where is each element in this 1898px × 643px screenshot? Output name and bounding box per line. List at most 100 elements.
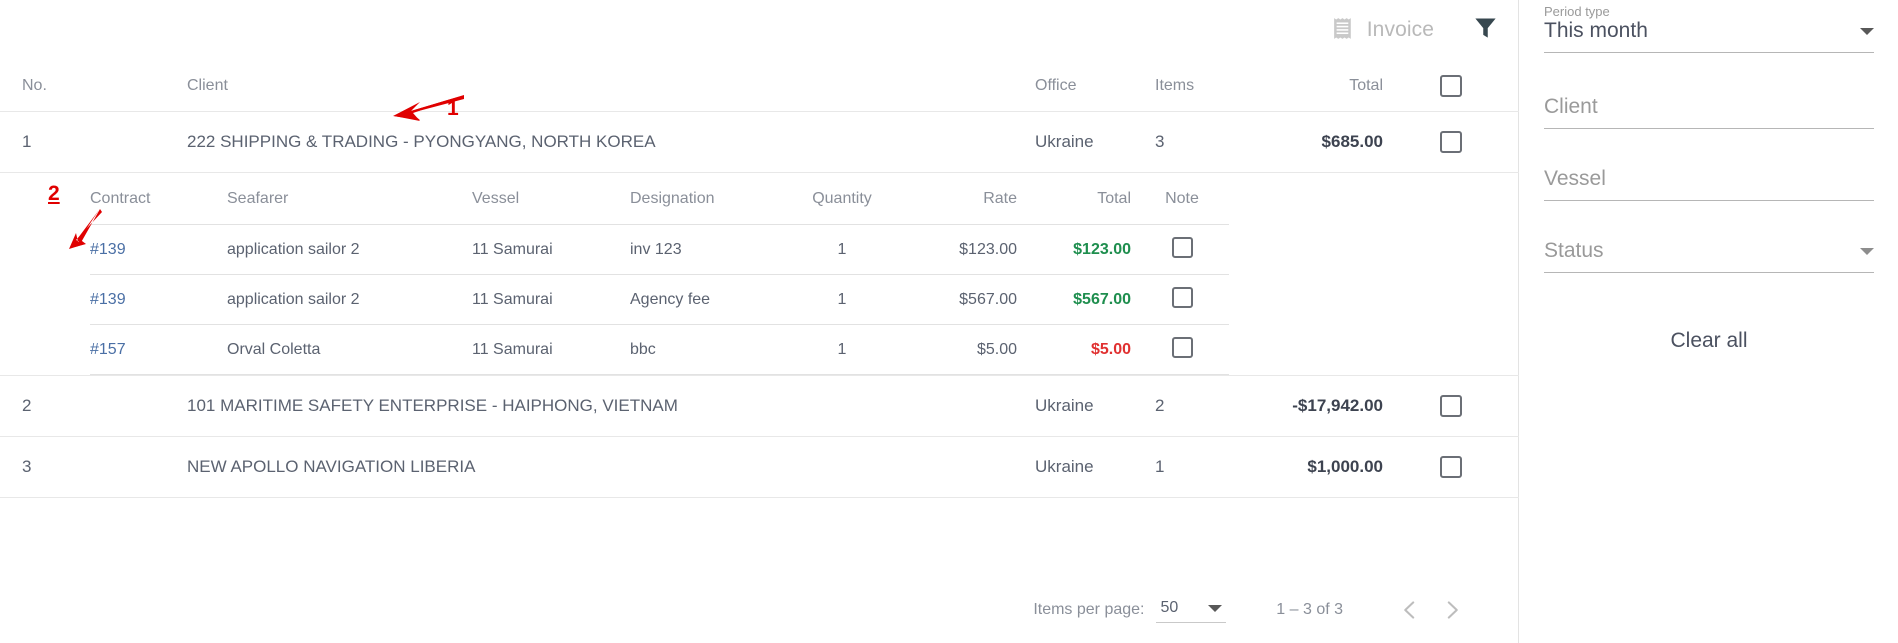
toolbar: Invoice (0, 0, 1519, 60)
table-row[interactable]: 1 222 SHIPPING & TRADING - PYONGYANG, NO… (0, 112, 1519, 173)
period-type-value: This month (1544, 19, 1648, 42)
vessel-placeholder: Vessel (1544, 167, 1606, 190)
invoice-table: No. Client Office Items Total 1 222 SHIP… (0, 60, 1519, 498)
subrow-note-cell (1135, 336, 1229, 363)
subheader-contract: Contract (90, 189, 151, 207)
subrow-quantity: 1 (837, 240, 847, 258)
annotation-label-2: 2 (48, 182, 60, 205)
chevron-right-icon (1447, 601, 1458, 619)
subtable-row[interactable]: #157 Orval Coletta 11 Samurai bbc 1 $5.0… (90, 325, 1229, 375)
subheader-vessel: Vessel (472, 189, 520, 207)
items-per-page-select[interactable]: 50 (1156, 597, 1227, 623)
annotation-label-1: 1 (447, 97, 459, 120)
subrow-contract-cell: #157 (90, 341, 227, 359)
chevron-down-icon (1208, 604, 1223, 612)
items-per-page-value: 50 (1160, 599, 1179, 616)
client-field[interactable]: Client (1544, 95, 1874, 129)
subrow-quantity: 1 (837, 290, 847, 308)
invoice-button-label: Invoice (1366, 18, 1434, 41)
subrow-rate: $5.00 (976, 340, 1017, 358)
next-page-button[interactable] (1431, 589, 1473, 631)
header-items: Items (1155, 76, 1195, 94)
subrow-contract-cell: #139 (90, 241, 227, 259)
chevron-down-icon (1860, 247, 1874, 255)
subheader-seafarer: Seafarer (227, 189, 289, 207)
previous-page-button[interactable] (1389, 589, 1431, 631)
row-no: 1 (22, 132, 32, 151)
row-total: $1,000.00 (1307, 457, 1383, 476)
subrow-checkbox[interactable] (1171, 336, 1193, 358)
subrow-total: $5.00 (1090, 340, 1131, 358)
contract-link[interactable]: #139 (90, 291, 126, 308)
chevron-down-icon (1860, 27, 1874, 35)
subheader-designation: Designation (630, 189, 715, 207)
status-field[interactable]: Status (1544, 239, 1874, 273)
vessel-field[interactable]: Vessel (1544, 167, 1874, 201)
subheader-note: Note (1165, 189, 1199, 207)
row-client: 101 MARITIME SAFETY ENTERPRISE - HAIPHON… (187, 396, 678, 415)
row-items: 1 (1155, 457, 1165, 476)
expanded-detail-panel: Contract Seafarer Vessel Designation Qua… (0, 173, 1519, 376)
subrow-checkbox[interactable] (1171, 286, 1193, 308)
subheader-total: Total (1097, 189, 1131, 207)
row-client: NEW APOLLO NAVIGATION LIBERIA (187, 457, 476, 476)
client-input[interactable]: Client (1544, 95, 1874, 129)
subrow-vessel: 11 Samurai (472, 240, 553, 258)
subrow-designation: inv 123 (630, 240, 682, 258)
row-select-cell (1383, 395, 1519, 417)
header-client: Client (187, 76, 228, 94)
subheader-rate: Rate (983, 189, 1017, 207)
subheader-quantity: Quantity (812, 189, 872, 207)
select-all-checkbox[interactable] (1440, 74, 1462, 97)
row-checkbox[interactable] (1440, 131, 1462, 153)
header-select-all-cell (1383, 74, 1519, 97)
chevron-left-icon (1404, 601, 1415, 619)
subrow-vessel: 11 Samurai (472, 290, 553, 308)
table-header-row: No. Client Office Items Total (0, 60, 1519, 112)
status-select[interactable]: Status (1544, 239, 1874, 273)
receipt-icon (1331, 16, 1356, 44)
subrow-seafarer: Orval Coletta (227, 340, 321, 358)
subrow-seafarer: application sailor 2 (227, 290, 360, 308)
row-office: Ukraine (1035, 396, 1094, 415)
header-total: Total (1349, 76, 1383, 94)
row-items: 2 (1155, 396, 1165, 415)
period-type-field[interactable]: Period type This month (1544, 4, 1874, 53)
header-no: No. (22, 76, 47, 94)
contract-link[interactable]: #139 (90, 241, 126, 258)
subtable-row[interactable]: #139 application sailor 2 11 Samurai inv… (90, 225, 1229, 275)
filter-panel: Period type This month Client Vessel Sta… (1520, 0, 1898, 643)
filter-funnel-icon[interactable] (1472, 14, 1499, 46)
subtable-row[interactable]: #139 application sailor 2 11 Samurai Age… (90, 275, 1229, 325)
subrow-contract-cell: #139 (90, 291, 227, 309)
period-type-label: Period type (1544, 4, 1610, 19)
main-content: Invoice No. Client Office Items Total 1 … (0, 0, 1519, 643)
subtable-header-row: Contract Seafarer Vessel Designation Qua… (90, 173, 1229, 225)
row-items: 3 (1155, 132, 1165, 151)
page-range-label: 1 – 3 of 3 (1276, 601, 1343, 618)
subrow-designation: Agency fee (630, 290, 711, 308)
row-select-cell (1383, 456, 1519, 478)
subrow-total: $123.00 (1073, 240, 1131, 258)
subrow-vessel: 11 Samurai (472, 340, 553, 358)
invoice-button[interactable]: Invoice (1321, 10, 1444, 50)
vessel-input[interactable]: Vessel (1544, 167, 1874, 201)
row-no: 2 (22, 396, 32, 415)
subrow-rate: $567.00 (959, 290, 1017, 308)
invoice-report-page: Invoice No. Client Office Items Total 1 … (0, 0, 1898, 643)
period-type-select[interactable]: This month (1544, 19, 1874, 53)
row-total: -$17,942.00 (1292, 396, 1383, 415)
contract-link[interactable]: #157 (90, 341, 126, 358)
row-checkbox[interactable] (1440, 395, 1462, 417)
items-per-page-label: Items per page: (1033, 601, 1145, 618)
row-office: Ukraine (1035, 132, 1094, 151)
row-office: Ukraine (1035, 457, 1094, 476)
status-placeholder: Status (1544, 239, 1604, 262)
paginator: Items per page: 50 1 – 3 of 3 (0, 577, 1519, 643)
row-checkbox[interactable] (1440, 456, 1462, 478)
table-row[interactable]: 3 NEW APOLLO NAVIGATION LIBERIA Ukraine … (0, 437, 1519, 498)
table-row[interactable]: 2 101 MARITIME SAFETY ENTERPRISE - HAIPH… (0, 376, 1519, 437)
subrow-checkbox[interactable] (1171, 236, 1193, 258)
clear-all-button[interactable]: Clear all (1544, 329, 1874, 353)
subrow-seafarer: application sailor 2 (227, 240, 360, 258)
